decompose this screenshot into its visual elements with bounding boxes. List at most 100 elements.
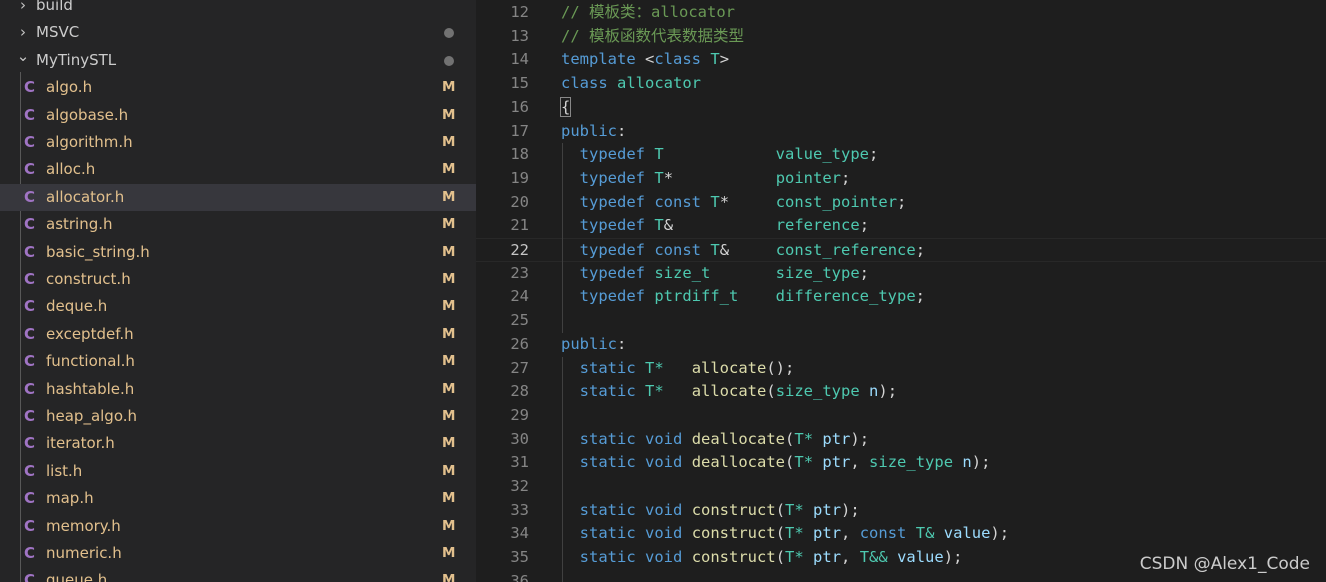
code-line[interactable]: 31 static void deallocate(T* ptr, size_t… [476, 451, 1326, 475]
file-row[interactable]: Cmemory.h M [0, 513, 476, 540]
code-token: public [561, 121, 617, 140]
file-row[interactable]: Cbasic_string.h M [0, 239, 476, 266]
git-status-badge: M [442, 216, 456, 233]
code-token: deallocate [691, 429, 786, 448]
line-number: 30 [510, 429, 529, 448]
code-line[interactable]: 24 typedef ptrdiff_t difference_type; [476, 285, 1326, 309]
file-label: numeric.h [46, 544, 122, 562]
code-text: static void deallocate(T* ptr); [561, 428, 869, 452]
code-editor[interactable]: 12 // 模板类：allocator 13 // 模板函数代表数据类型 14 templ… [476, 0, 1326, 582]
code-token: ); [841, 500, 860, 519]
code-line[interactable]: 22 typedef const T& const_reference; [476, 238, 1326, 262]
file-row[interactable]: Cmap.h M [0, 485, 476, 512]
line-number: 22 [510, 241, 529, 259]
file-label: exceptdef.h [46, 324, 134, 343]
file-row[interactable]: Calloc.h M [0, 156, 476, 183]
code-token: ); [971, 453, 991, 472]
code-line[interactable]: 25 [476, 309, 1326, 333]
modified-dot-icon [444, 28, 454, 39]
git-status-badge: M [442, 106, 456, 123]
line-number: 15 [510, 74, 529, 93]
file-row[interactable]: Calgorithm.h M [0, 129, 476, 156]
file-row[interactable]: Calgobase.h M [0, 102, 476, 129]
code-text: static void construct(T* ptr, T&& value)… [561, 546, 963, 570]
code-token: ; [841, 168, 851, 187]
watermark: CSDN @Alex1_Code [1139, 554, 1310, 574]
git-status-badge: M [442, 435, 456, 452]
file-row[interactable]: Cdeque.h M [0, 293, 476, 320]
folder-row[interactable]: ⌄ MyTinySTL [0, 47, 476, 74]
code-line[interactable]: 28 static T* allocate(size_type n); [476, 380, 1326, 404]
file-label: allocator.h [46, 187, 125, 206]
code-text: typedef T value_type; [561, 143, 879, 167]
folder-row[interactable]: › MSVC [0, 19, 476, 46]
c-file-icon: C [24, 324, 36, 343]
file-label: hashtable.h [46, 379, 135, 398]
code-token: const_pointer [775, 192, 898, 211]
file-row[interactable]: Cqueue.h M [0, 567, 476, 582]
code-token: ( [766, 382, 776, 401]
folder-row[interactable]: › build [0, 0, 476, 19]
file-row[interactable]: Cfunctional.h M [0, 348, 476, 375]
code-line[interactable]: 14 template <class T> [476, 48, 1326, 72]
code-token: const [654, 192, 702, 211]
code-text: static void deallocate(T* ptr, size_type… [561, 451, 991, 475]
file-row[interactable]: Cexceptdef.h M [0, 321, 476, 348]
code-line[interactable]: 34 static void construct(T* ptr, const T… [476, 522, 1326, 546]
line-number: 29 [510, 405, 529, 424]
code-token: : [617, 334, 627, 353]
code-token: ); [990, 524, 1010, 543]
code-line[interactable]: 13 // 模板函数代表数据类型 [476, 25, 1326, 49]
code-line[interactable]: 26 public: [476, 333, 1326, 357]
code-token: allocator [617, 74, 702, 93]
code-token: deallocate [691, 453, 786, 472]
code-line[interactable]: 18 typedef T value_type; [476, 143, 1326, 167]
code-line[interactable]: 33 static void construct(T* ptr); [476, 499, 1326, 523]
code-line[interactable]: 32 [476, 475, 1326, 499]
c-file-icon: C [24, 352, 36, 371]
file-row[interactable]: Clist.h M [0, 458, 476, 485]
file-row[interactable]: Cnumeric.h M [0, 540, 476, 567]
code-token: // 模板类：allocator [561, 3, 735, 21]
file-row[interactable]: Cheap_algo.h M [0, 403, 476, 430]
code-token: const [859, 524, 907, 543]
code-line[interactable]: 23 typedef size_t size_type; [476, 262, 1326, 286]
code-line[interactable]: 19 typedef T* pointer; [476, 167, 1326, 191]
code-token: ( [775, 524, 786, 543]
code-line[interactable]: 20 typedef const T* const_pointer; [476, 191, 1326, 215]
code-line[interactable]: 15 class allocator [476, 72, 1326, 96]
code-line[interactable]: 29 [476, 404, 1326, 428]
file-row[interactable]: Chashtable.h M [0, 376, 476, 403]
code-token: T* [785, 548, 804, 567]
code-line[interactable]: 17 public: [476, 120, 1326, 144]
code-token: T* [785, 500, 804, 519]
file-row[interactable]: Cconstruct.h M [0, 266, 476, 293]
c-file-icon: C [24, 489, 36, 508]
code-token: ; [869, 145, 879, 164]
code-line[interactable]: 16 { [476, 96, 1326, 120]
file-row[interactable]: Citerator.h M [0, 430, 476, 457]
code-line[interactable]: 21 typedef T& reference; [476, 214, 1326, 238]
file-row[interactable]: Calgo.h M [0, 74, 476, 101]
file-row[interactable]: Callocator.h M [0, 183, 476, 211]
code-line[interactable]: 30 static void deallocate(T* ptr); [476, 428, 1326, 452]
code-line[interactable]: 12 // 模板类：allocator [476, 1, 1326, 25]
file-row[interactable]: Castring.h M [0, 211, 476, 238]
code-text: static T* allocate(size_type n); [561, 380, 897, 404]
code-line[interactable]: 27 static T* allocate(); [476, 357, 1326, 381]
code-token: ; [859, 216, 870, 235]
git-status-badge: M [442, 380, 456, 397]
